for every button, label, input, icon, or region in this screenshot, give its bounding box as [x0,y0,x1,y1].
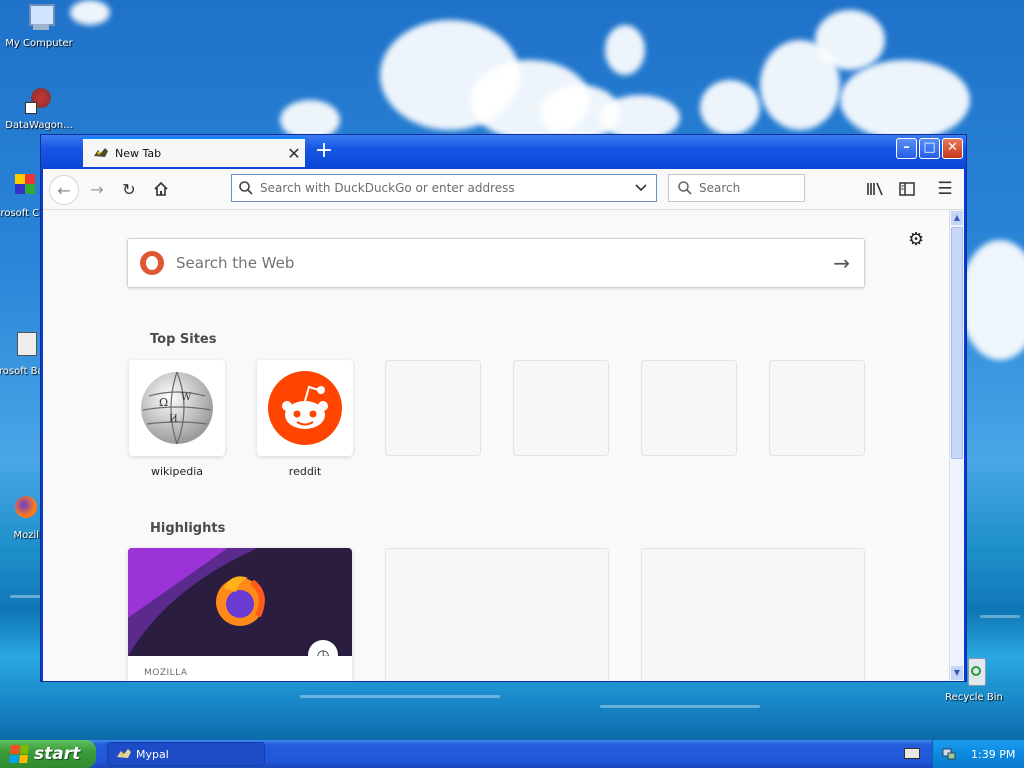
clock: 1:39 PM [971,747,1016,761]
scroll-down-arrow-icon[interactable]: ▼ [951,666,963,680]
visual-basic-icon [5,330,37,362]
nav-toolbar: ← → ↻ Search with DuckDuckGo or enter ad… [43,169,964,210]
top-site-empty[interactable] [769,360,865,456]
title-bar[interactable]: New Tab ✕ + – □ ✕ [41,135,966,169]
search-bar[interactable]: Search [668,174,805,202]
new-tab-button[interactable]: + [311,139,337,165]
reload-button[interactable]: ↻ [115,175,143,203]
forward-arrow-icon: → [90,179,104,199]
reload-icon: ↻ [122,179,136,199]
firefox-icon [1,494,37,526]
back-button[interactable]: ← [49,175,79,205]
start-label: start [34,744,81,764]
system-tray: 1:39 PM [932,740,1024,768]
top-site-empty[interactable] [385,360,481,456]
network-icon[interactable] [941,746,957,762]
home-icon [154,181,168,196]
top-site-empty[interactable] [513,360,609,456]
library-button[interactable] [861,175,889,203]
taskbar: start Mypal 1:39 PM [0,740,1024,768]
menu-button[interactable]: ☰ [931,175,959,203]
web-search-placeholder: Search the Web [176,254,295,272]
maximize-button[interactable]: □ [919,138,940,159]
address-bar[interactable]: Search with DuckDuckGo or enter address [231,174,657,202]
mypal-favicon-icon [94,148,108,157]
close-button[interactable]: ✕ [942,138,963,159]
datawagon-icon [23,84,55,116]
tab-title: New Tab [115,146,162,160]
home-button[interactable] [147,175,175,203]
svg-text:Ω: Ω [159,396,168,409]
highlight-thumbnail: ◷ [128,548,352,656]
duckduckgo-icon [140,251,164,275]
highlight-card-mozilla[interactable]: ◷ MOZILLA [128,548,352,681]
back-arrow-icon: ← [57,180,71,200]
highlights-heading: Highlights [150,521,226,536]
tab-new-tab[interactable]: New Tab ✕ [83,137,305,167]
scroll-thumb[interactable] [951,227,963,459]
search-icon [239,181,253,195]
windows-flag-icon [9,745,29,763]
search-submit-arrow-icon[interactable]: → [833,251,850,275]
taskbar-button-mypal[interactable]: Mypal [107,742,265,766]
computer-icon [23,2,55,34]
svg-text:W: W [181,392,192,403]
forward-button[interactable]: → [83,175,111,203]
minimize-button[interactable]: – [896,138,917,159]
highlight-card-empty[interactable] [641,548,865,681]
start-button[interactable]: start [0,740,96,768]
highlight-card-empty[interactable] [385,548,609,681]
customize-gear-icon[interactable]: ⚙ [908,229,924,250]
visual-cpp-icon [5,172,37,204]
top-sites-heading: Top Sites [150,332,217,347]
desktop-icon-datawagon[interactable]: DataWagon... [0,84,78,131]
top-site-wikipedia[interactable]: Ω W И [129,360,225,456]
browser-window: New Tab ✕ + – □ ✕ ← → ↻ Search with Duck… [40,134,967,682]
svg-text:И: И [169,414,178,425]
sidebar-toggle-button[interactable] [893,175,921,203]
top-site-label: wikipedia [150,465,203,478]
mypal-icon [117,749,131,758]
sidebar-icon [899,182,915,196]
search-icon [678,181,692,195]
new-tab-page: ⚙ Search the Web → Top Sites Ω W И wikip… [43,210,949,681]
vertical-scrollbar[interactable]: ▲ ▼ [949,210,964,681]
highlight-source: MOZILLA [144,668,188,678]
hamburger-menu-icon: ☰ [937,179,953,199]
reddit-alien-icon [268,371,342,445]
address-placeholder: Search with DuckDuckGo or enter address [260,181,515,195]
chevron-down-icon[interactable] [634,181,648,195]
top-site-reddit[interactable] [257,360,353,456]
top-site-empty[interactable] [641,360,737,456]
tab-close-icon[interactable]: ✕ [283,144,305,163]
desktop-icon-my-computer[interactable]: My Computer [0,2,78,49]
keyboard-icon[interactable] [904,748,920,759]
scroll-up-arrow-icon[interactable]: ▲ [951,211,963,225]
search-placeholder: Search [699,181,741,195]
library-icon [867,182,883,196]
top-site-label: reddit [288,465,322,478]
web-search-box[interactable]: Search the Web → [127,238,865,288]
wikipedia-globe-icon: Ω W И [141,371,213,445]
task-label: Mypal [136,747,169,761]
